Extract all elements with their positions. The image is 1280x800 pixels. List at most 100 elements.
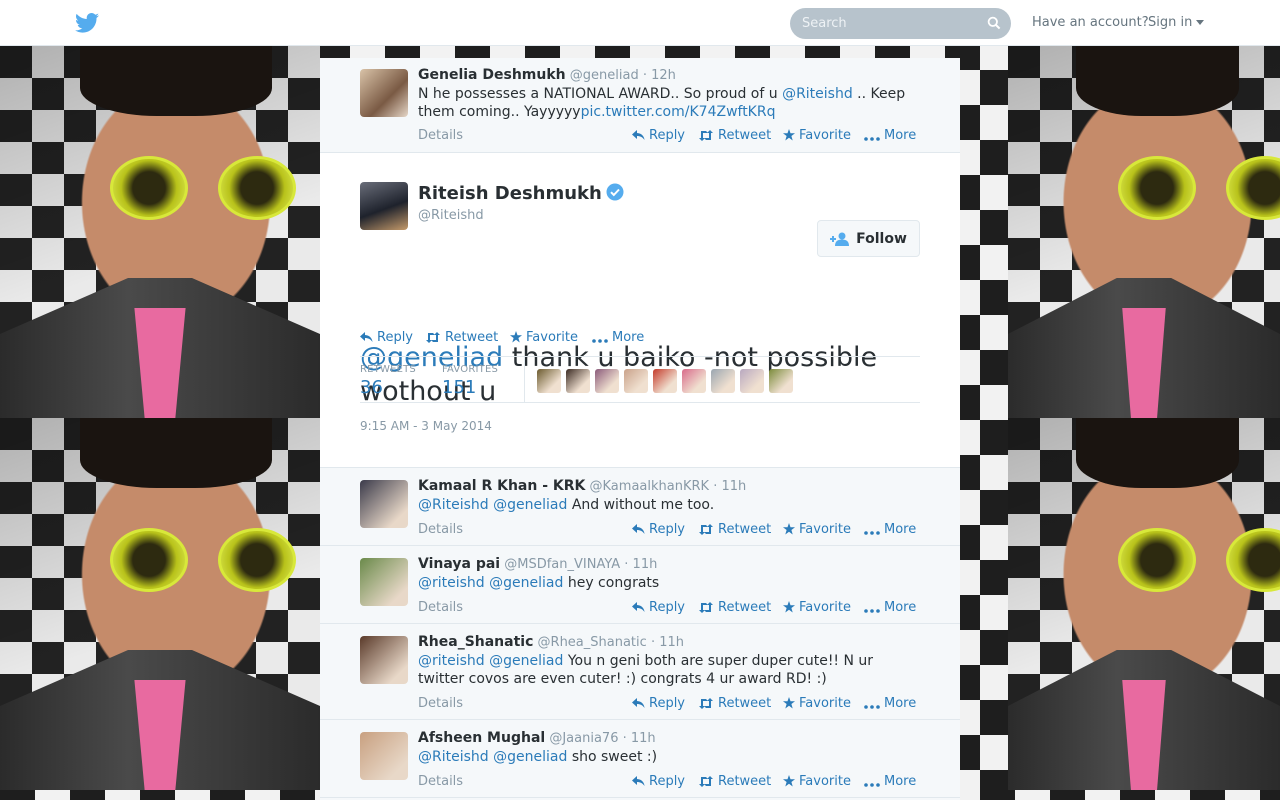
tweet-text-part: And without me too.	[571, 497, 715, 513]
search-icon[interactable]	[987, 16, 1001, 30]
mention-links[interactable]: @Riteishd @geneliad	[418, 749, 567, 765]
author-handle[interactable]: @geneliad	[570, 68, 639, 83]
reply-tweet: Kamaal R Khan - KRK @KamaalkhanKRK · 11h…	[320, 468, 960, 546]
details-link[interactable]: Details	[418, 696, 463, 711]
favoriter-avatar[interactable]	[537, 369, 561, 393]
retweets-count[interactable]: 36	[360, 377, 383, 398]
author-handle[interactable]: @KamaalkhanKRK	[590, 479, 710, 494]
details-link[interactable]: Details	[418, 774, 463, 789]
favorite-button[interactable]: Favorite	[783, 774, 851, 789]
author-name[interactable]: Afsheen Mughal	[418, 730, 545, 746]
more-dots-icon	[864, 609, 880, 613]
author-handle[interactable]: @Riteishd	[418, 208, 484, 223]
favorite-label: Favorite	[799, 774, 851, 789]
more-button[interactable]: More	[864, 774, 916, 789]
tweet-text: N he possesses a NATIONAL AWARD.. So pro…	[418, 85, 918, 121]
tweet-text: @riteishd @geneliad hey congrats	[418, 574, 918, 592]
author-handle[interactable]: @MSDfan_VINAYA	[504, 557, 620, 572]
more-button[interactable]: More	[864, 600, 916, 615]
retweet-button[interactable]: Retweet	[698, 696, 771, 711]
reply-button[interactable]: Reply	[632, 774, 685, 789]
favorite-button[interactable]: Favorite	[783, 600, 851, 615]
favorite-label: Favorite	[799, 696, 851, 711]
retweet-button[interactable]: Retweet	[698, 128, 771, 143]
pic-link[interactable]: pic.twitter.com/K74ZwftKRq	[581, 104, 776, 120]
more-button[interactable]: More	[864, 696, 916, 711]
favorite-button[interactable]: Favorite	[783, 128, 851, 143]
reply-button[interactable]: Reply	[360, 330, 413, 345]
favorite-button[interactable]: Favorite	[510, 330, 578, 345]
reply-button[interactable]: Reply	[632, 696, 685, 711]
search-input[interactable]	[802, 15, 982, 32]
author-name[interactable]: Rhea_Shanatic	[418, 634, 533, 650]
favorites-count[interactable]: 151	[442, 377, 476, 398]
retweet-button[interactable]: Retweet	[698, 774, 771, 789]
avatar[interactable]	[360, 636, 408, 684]
twitter-bird-icon[interactable]	[75, 13, 99, 33]
avatar[interactable]	[360, 480, 408, 528]
reply-button[interactable]: Reply	[632, 600, 685, 615]
sign-in-dropdown[interactable]: Sign in	[1148, 15, 1205, 30]
mention-links[interactable]: @Riteishd @geneliad	[418, 497, 567, 513]
favoriter-avatar[interactable]	[595, 369, 619, 393]
retweet-button[interactable]: Retweet	[698, 600, 771, 615]
tweet-time[interactable]: · 11h	[713, 479, 746, 494]
tweet-text-part: hey congrats	[567, 575, 660, 591]
tweet-time[interactable]: · 12h	[643, 68, 676, 83]
mention-link[interactable]: @Riteishd	[782, 86, 853, 102]
details-link[interactable]: Details	[418, 128, 463, 143]
retweet-icon	[426, 332, 440, 343]
favoriter-avatar[interactable]	[566, 369, 590, 393]
favoriter-avatar[interactable]	[740, 369, 764, 393]
favorite-label: Favorite	[799, 128, 851, 143]
tweet-time[interactable]: · 11h	[624, 557, 657, 572]
reply-button[interactable]: Reply	[632, 522, 685, 537]
focused-tweet-actions: Reply Retweet Favorite More	[360, 330, 920, 346]
favoriter-avatar[interactable]	[624, 369, 648, 393]
details-link[interactable]: Details	[418, 522, 463, 537]
favorite-button[interactable]: Favorite	[783, 522, 851, 537]
favoriter-avatar[interactable]	[769, 369, 793, 393]
author-handle[interactable]: @Jaania76	[549, 731, 618, 746]
tweet-text: @Riteishd @geneliad And without me too.	[418, 496, 918, 514]
details-link[interactable]: Details	[418, 600, 463, 615]
favoriter-avatar[interactable]	[711, 369, 735, 393]
mention-links[interactable]: @riteishd @geneliad	[418, 575, 563, 591]
tweet-time[interactable]: · 11h	[651, 635, 684, 650]
more-button[interactable]: More	[864, 128, 916, 143]
reply-icon	[632, 698, 645, 708]
stats-divider	[524, 357, 525, 403]
retweet-button[interactable]: Retweet	[425, 330, 498, 345]
avatar[interactable]	[360, 69, 408, 117]
favorite-label: Favorite	[799, 600, 851, 615]
background-photo	[0, 418, 320, 790]
have-account-text: Have an account?	[1032, 15, 1149, 30]
avatar[interactable]	[360, 558, 408, 606]
author-name[interactable]: Genelia Deshmukh	[418, 67, 566, 83]
tweet-text: @Riteishd @geneliad sho sweet :)	[418, 748, 918, 766]
more-label: More	[884, 128, 917, 143]
author-name[interactable]: Vinaya pai	[418, 556, 500, 572]
avatar[interactable]	[360, 182, 408, 230]
author-handle[interactable]: @Rhea_Shanatic	[538, 635, 647, 650]
avatar[interactable]	[360, 732, 408, 780]
reply-button[interactable]: Reply	[632, 128, 685, 143]
follow-button[interactable]: Follow	[817, 220, 920, 257]
retweet-button[interactable]: Retweet	[698, 522, 771, 537]
reply-tweet: Rhea_Shanatic @Rhea_Shanatic · 11h @rite…	[320, 624, 960, 720]
sign-in-label: Sign in	[1148, 15, 1193, 30]
more-label: More	[884, 600, 917, 615]
tweet-actions: Details Reply Retweet Favorite More	[418, 522, 918, 538]
author-name[interactable]: Riteish Deshmukh	[418, 183, 602, 204]
more-button[interactable]: More	[864, 522, 916, 537]
more-button[interactable]: More	[592, 330, 644, 345]
tweet-actions	[360, 425, 920, 441]
reply-icon	[632, 602, 645, 612]
mention-links[interactable]: @riteishd @geneliad	[418, 653, 563, 669]
favoriter-avatar[interactable]	[653, 369, 677, 393]
verified-badge-icon	[606, 183, 624, 201]
author-name[interactable]: Kamaal R Khan - KRK	[418, 478, 585, 494]
favoriter-avatar[interactable]	[682, 369, 706, 393]
tweet-time[interactable]: · 11h	[623, 731, 656, 746]
favorite-button[interactable]: Favorite	[783, 696, 851, 711]
